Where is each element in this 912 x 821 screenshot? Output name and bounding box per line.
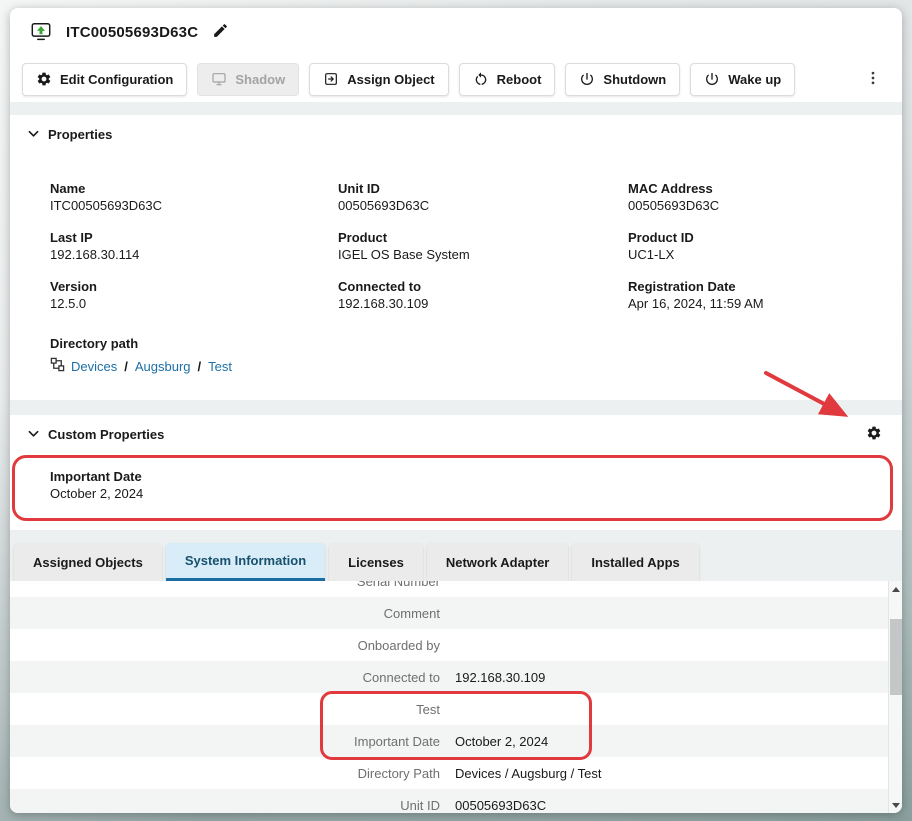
title-row: ITC00505693D63C bbox=[10, 8, 902, 56]
scroll-down-arrow[interactable] bbox=[889, 798, 902, 812]
custom-properties-header: Custom Properties bbox=[10, 415, 902, 453]
tab-bar: Assigned Objects System Information Lice… bbox=[14, 543, 902, 581]
monitor-icon bbox=[211, 71, 227, 87]
assign-object-icon bbox=[323, 71, 339, 87]
row-value: Devices / Augsburg / Test bbox=[440, 766, 601, 781]
row-label: Unit ID bbox=[10, 798, 440, 813]
row-label: Test bbox=[10, 702, 440, 717]
table-row: Connected to192.168.30.109 bbox=[10, 661, 888, 693]
row-label: Important Date bbox=[10, 734, 440, 749]
row-label: Comment bbox=[10, 606, 440, 621]
field-product: ProductIGEL OS Base System bbox=[338, 230, 628, 263]
button-label: Shadow bbox=[235, 72, 285, 87]
row-label: Connected to bbox=[10, 670, 440, 685]
table-row: Unit ID00505693D63C bbox=[10, 789, 888, 813]
button-label: Assign Object bbox=[347, 72, 434, 87]
row-label: Onboarded by bbox=[10, 638, 440, 653]
device-detail-page: ITC00505693D63C Edit Configuration bbox=[0, 0, 912, 821]
section-title: Custom Properties bbox=[48, 427, 164, 442]
breadcrumb-link-test[interactable]: Test bbox=[208, 359, 232, 374]
field-version: Version12.5.0 bbox=[50, 279, 338, 312]
assign-object-button[interactable]: Assign Object bbox=[309, 63, 448, 96]
chevron-down-icon[interactable] bbox=[28, 430, 39, 438]
wake-up-button[interactable]: Wake up bbox=[690, 63, 795, 96]
table-row: Directory PathDevices / Augsburg / Test bbox=[10, 757, 888, 789]
pencil-icon bbox=[212, 22, 229, 42]
edit-configuration-button[interactable]: Edit Configuration bbox=[22, 63, 187, 96]
row-label: Directory Path bbox=[10, 766, 440, 781]
custom-properties-section: Custom Properties Important Date October… bbox=[10, 415, 902, 530]
row-value: 192.168.30.109 bbox=[440, 670, 545, 685]
page-title: ITC00505693D63C bbox=[66, 24, 198, 41]
scroll-up-arrow[interactable] bbox=[889, 582, 902, 596]
field-important-date: Important Date October 2, 2024 bbox=[50, 469, 882, 502]
vertical-scrollbar[interactable] bbox=[888, 581, 902, 813]
field-mac-address: MAC Address00505693D63C bbox=[628, 181, 882, 214]
header-block: ITC00505693D63C Edit Configuration bbox=[10, 8, 902, 102]
restart-icon bbox=[473, 71, 489, 87]
power-icon bbox=[579, 71, 595, 87]
row-label: Serial Number bbox=[10, 581, 440, 589]
breadcrumb: Devices / Augsburg / Test bbox=[50, 357, 882, 375]
device-icon bbox=[28, 19, 54, 45]
system-information-table: Serial Number Comment Onboarded by Conne… bbox=[10, 581, 888, 813]
properties-header: Properties bbox=[10, 115, 902, 153]
gear-icon bbox=[866, 425, 882, 444]
breadcrumb-separator: / bbox=[198, 359, 202, 374]
edit-title-button[interactable] bbox=[210, 20, 231, 44]
field-registration-date: Registration DateApr 16, 2024, 11:59 AM bbox=[628, 279, 882, 312]
tab-network-adapter[interactable]: Network Adapter bbox=[427, 543, 569, 581]
field-unit-id: Unit ID00505693D63C bbox=[338, 181, 628, 214]
power-icon bbox=[704, 71, 720, 87]
tab-system-information[interactable]: System Information bbox=[166, 543, 325, 581]
table-row: Test bbox=[10, 693, 888, 725]
field-product-id: Product IDUC1-LX bbox=[628, 230, 882, 263]
row-value: 00505693D63C bbox=[440, 798, 546, 813]
directory-path-field: Directory path Devices / Augsburg / Test bbox=[10, 312, 902, 375]
device-card: ITC00505693D63C Edit Configuration bbox=[10, 8, 902, 813]
button-label: Reboot bbox=[497, 72, 542, 87]
field-connected-to: Connected to192.168.30.109 bbox=[338, 279, 628, 312]
system-information-panel: Serial Number Comment Onboarded by Conne… bbox=[10, 581, 902, 813]
properties-section: Properties NameITC00505693D63C Unit ID00… bbox=[10, 115, 902, 400]
field-last-ip: Last IP192.168.30.114 bbox=[50, 230, 338, 263]
breadcrumb-link-devices[interactable]: Devices bbox=[71, 359, 117, 374]
properties-grid: NameITC00505693D63C Unit ID00505693D63C … bbox=[10, 153, 902, 312]
button-label: Edit Configuration bbox=[60, 72, 173, 87]
toolbar: Edit Configuration Shadow Assign Object bbox=[10, 56, 902, 102]
custom-properties-content: Important Date October 2, 2024 bbox=[10, 453, 902, 502]
breadcrumb-link-augsburg[interactable]: Augsburg bbox=[135, 359, 191, 374]
table-row: Comment bbox=[10, 597, 888, 629]
button-label: Wake up bbox=[728, 72, 781, 87]
shadow-button[interactable]: Shadow bbox=[197, 63, 299, 96]
reboot-button[interactable]: Reboot bbox=[459, 63, 556, 96]
tree-icon bbox=[50, 357, 65, 375]
tab-installed-apps[interactable]: Installed Apps bbox=[572, 543, 698, 581]
tab-assigned-objects[interactable]: Assigned Objects bbox=[14, 543, 162, 581]
table-row: Serial Number bbox=[10, 581, 888, 597]
gear-icon bbox=[36, 71, 52, 87]
kebab-icon bbox=[864, 69, 882, 90]
tab-licenses[interactable]: Licenses bbox=[329, 543, 423, 581]
chevron-down-icon[interactable] bbox=[28, 130, 39, 138]
scrollbar-thumb[interactable] bbox=[890, 619, 902, 695]
button-label: Shutdown bbox=[603, 72, 666, 87]
table-row: Onboarded by bbox=[10, 629, 888, 661]
breadcrumb-separator: / bbox=[124, 359, 128, 374]
custom-properties-settings-button[interactable] bbox=[864, 423, 884, 446]
shutdown-button[interactable]: Shutdown bbox=[565, 63, 680, 96]
more-menu-button[interactable] bbox=[860, 65, 886, 94]
field-name: NameITC00505693D63C bbox=[50, 181, 338, 214]
table-row: Important DateOctober 2, 2024 bbox=[10, 725, 888, 757]
row-value: October 2, 2024 bbox=[440, 734, 548, 749]
section-title: Properties bbox=[48, 127, 112, 142]
